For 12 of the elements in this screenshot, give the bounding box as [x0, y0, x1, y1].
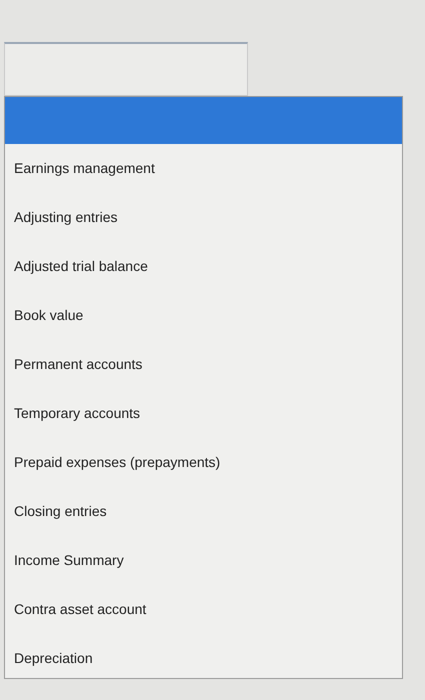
dropdown-option[interactable]: Closing entries [5, 487, 402, 536]
dropdown-option[interactable]: Book value [5, 291, 402, 340]
dropdown-option[interactable]: Income Summary [5, 536, 402, 585]
dropdown-option[interactable]: Earnings management [5, 144, 402, 193]
dropdown-option[interactable]: Temporary accounts [5, 389, 402, 438]
select-field[interactable] [4, 42, 248, 96]
dropdown-option[interactable]: Prepaid expenses (prepayments) [5, 438, 402, 487]
dropdown-option[interactable]: Adjusting entries [5, 193, 402, 242]
dropdown-option[interactable]: Permanent accounts [5, 340, 402, 389]
dropdown-option[interactable]: Adjusted trial balance [5, 242, 402, 291]
dropdown-option[interactable]: Depreciation [5, 634, 402, 683]
dropdown-option[interactable]: Contra asset account [5, 585, 402, 634]
